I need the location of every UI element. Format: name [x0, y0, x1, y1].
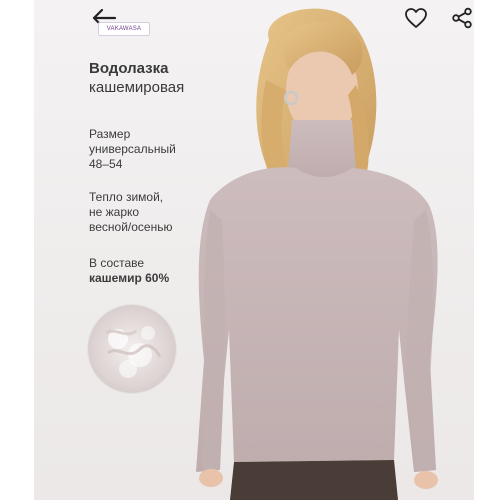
feature-composition-value: кашемир 60% — [89, 271, 170, 285]
model-pants — [230, 460, 398, 500]
heart-icon — [405, 8, 427, 28]
product-subtitle: кашемировая — [89, 79, 185, 96]
feature-size-line3: 48–54 — [89, 157, 123, 171]
favorite-button[interactable] — [402, 4, 430, 32]
product-card: VAKAWASA Водолазка кашемировая Размер ун… — [34, 0, 474, 500]
fabric-swatch — [88, 305, 176, 393]
brand-logo: VAKAWASA — [98, 22, 150, 36]
product-title: Водолазка — [89, 60, 169, 77]
fabric-texture — [88, 305, 176, 393]
feature-size: Размер универсальный 48–54 — [89, 127, 176, 172]
feature-composition: В составе кашемир 60% — [89, 256, 169, 286]
sweater-body — [196, 167, 438, 473]
feature-season: Тепло зимой, не жарко весной/осенью — [89, 190, 172, 235]
feature-composition-line2: кашемир 60% — [89, 271, 169, 286]
feature-size-line2: универсальный — [89, 142, 176, 156]
feature-season-line2: не жарко — [89, 205, 140, 219]
model-hand-left — [199, 469, 223, 487]
share-button[interactable] — [448, 4, 474, 32]
model-hand-right — [414, 471, 438, 489]
feature-season-line3: весной/осенью — [89, 220, 173, 234]
feature-size-line1: Размер — [89, 127, 131, 141]
feature-season-line1: Тепло зимой, — [89, 190, 164, 204]
feature-composition-line1: В составе — [89, 256, 145, 270]
share-icon — [452, 7, 472, 29]
screen: VAKAWASA Водолазка кашемировая Размер ун… — [0, 0, 500, 500]
